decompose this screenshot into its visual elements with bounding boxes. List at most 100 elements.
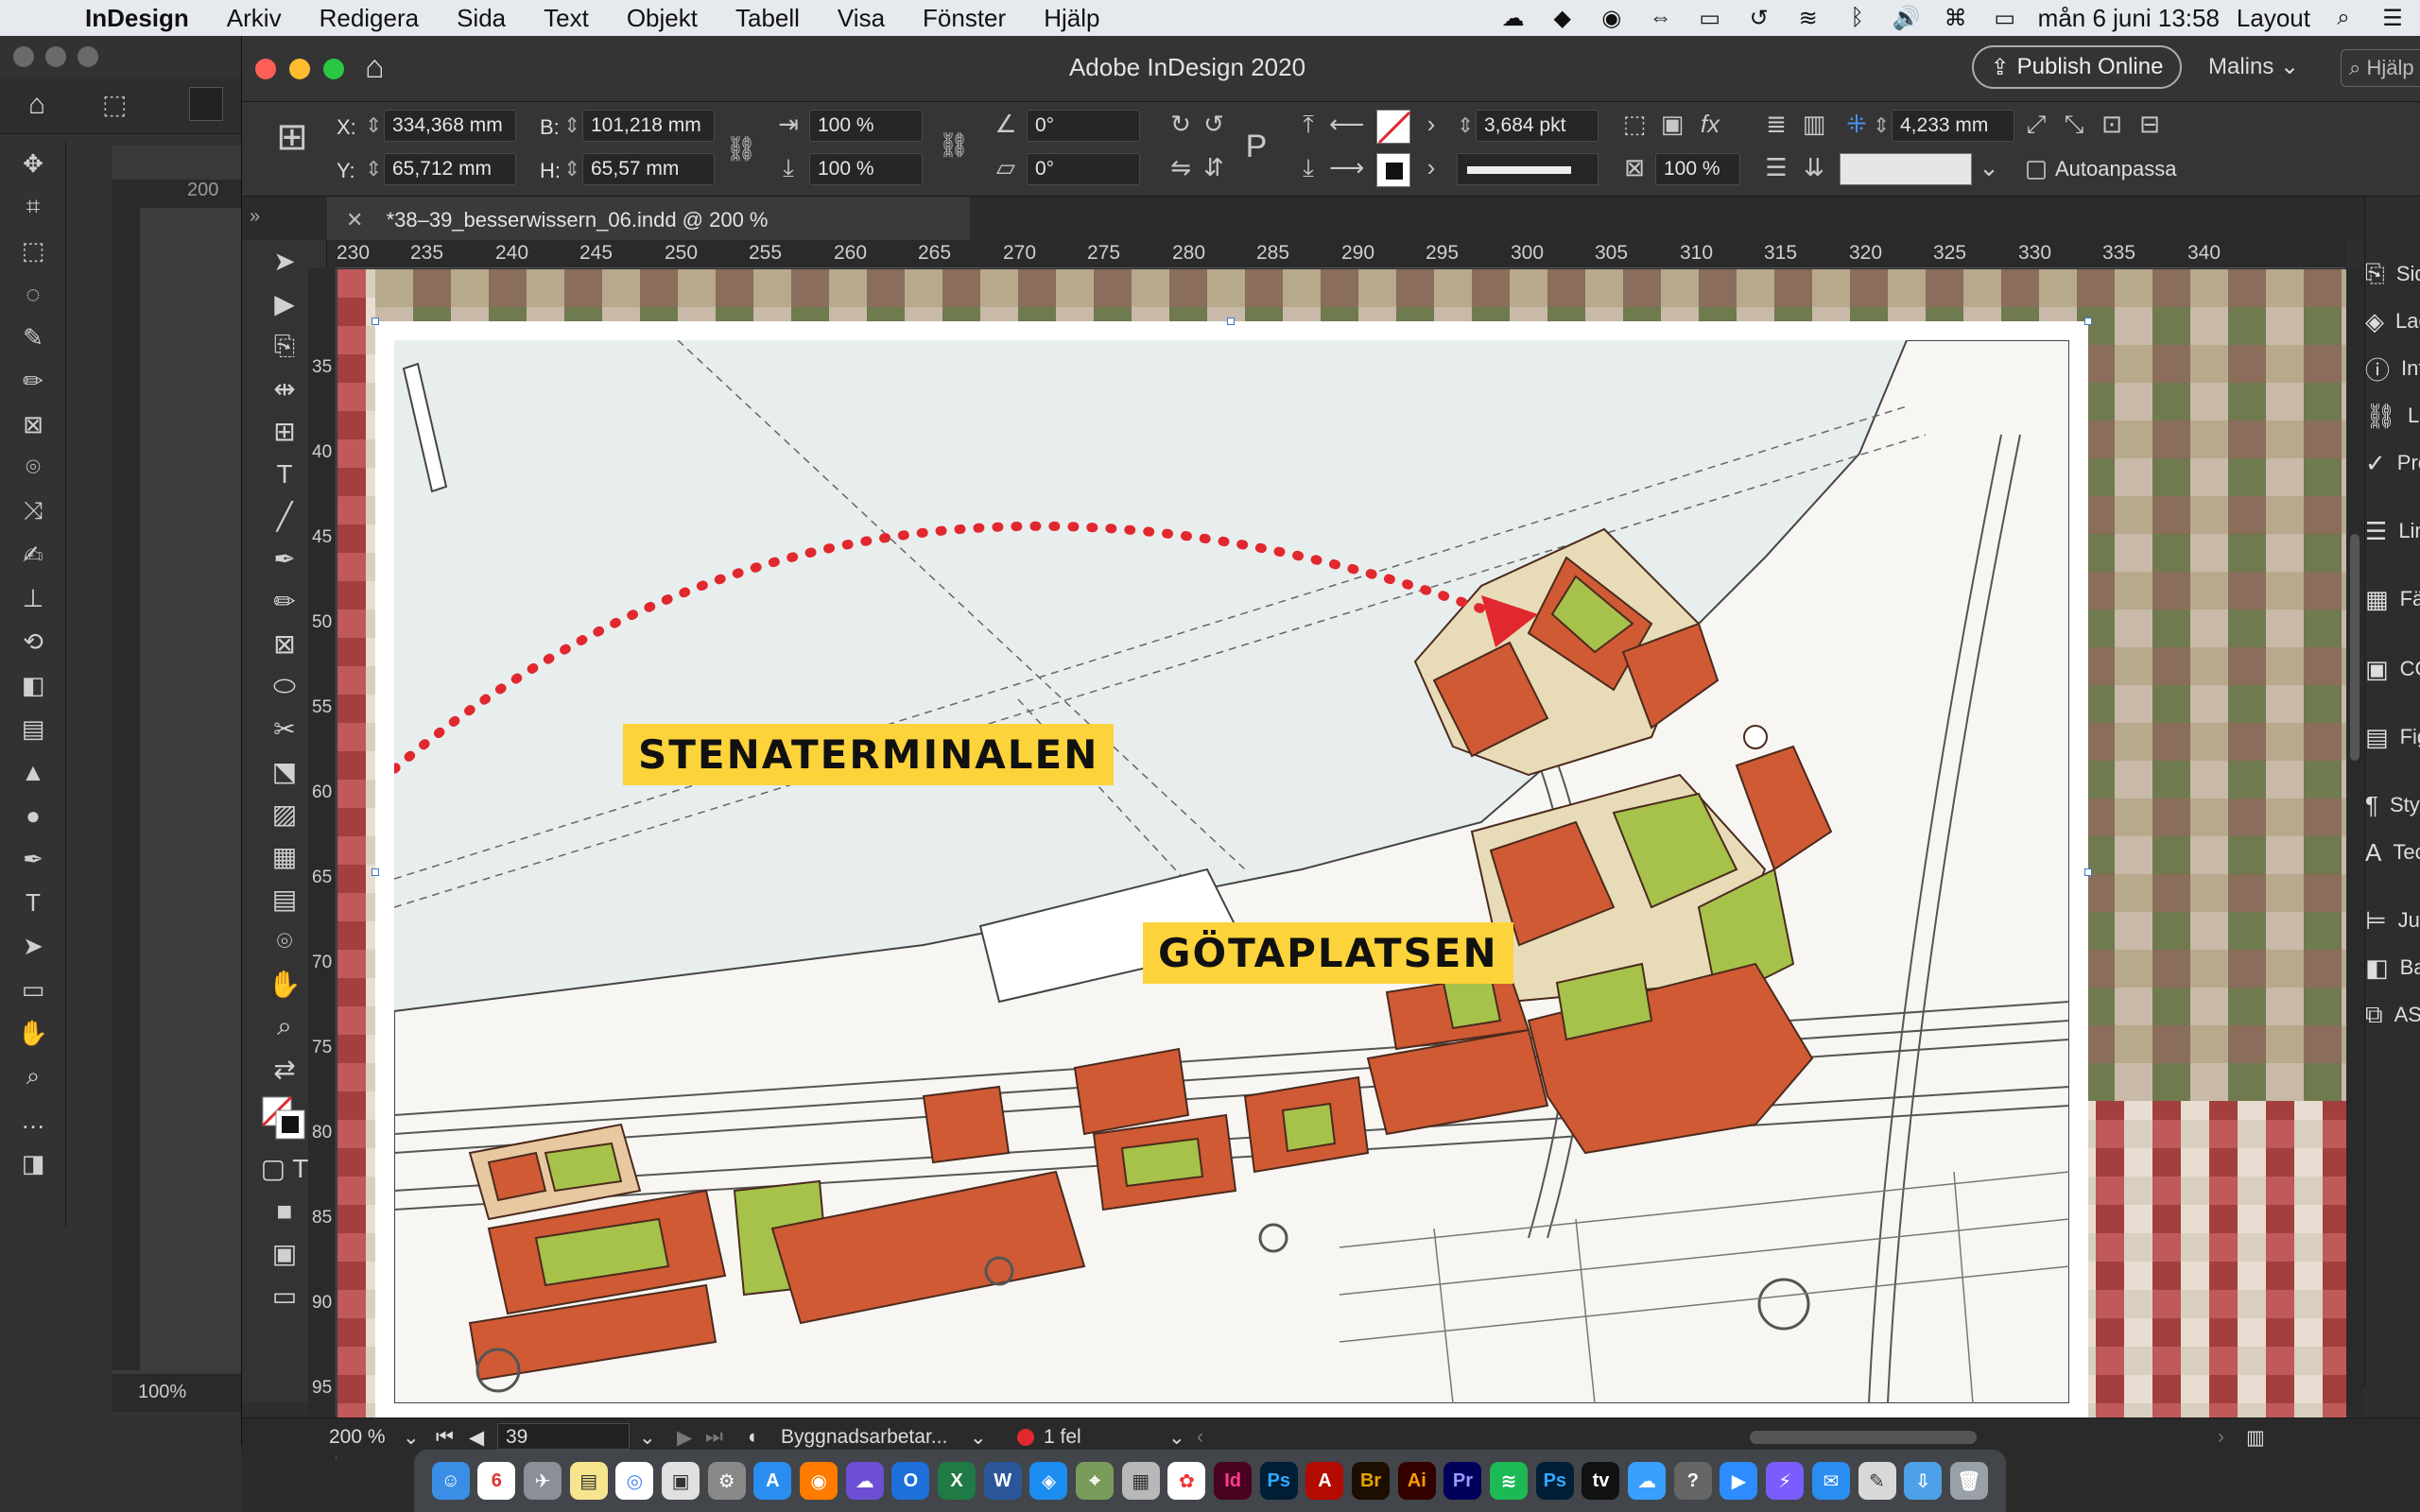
paint-tool-icon[interactable]: ✍ (0, 533, 66, 576)
indesign-dock-icon[interactable]: Id (1214, 1462, 1253, 1500)
weather-icon[interactable]: ☁ (1628, 1462, 1667, 1500)
split-view-icon[interactable]: ▥ (2246, 1426, 2265, 1450)
launchpad-icon[interactable]: ✈ (524, 1462, 562, 1500)
menu-redigera[interactable]: Redigera (301, 4, 439, 33)
acrobat-icon[interactable]: A (1305, 1462, 1344, 1500)
chevron-down-icon[interactable]: ⌄ (403, 1426, 420, 1450)
safari-icon[interactable]: ◈ (1029, 1462, 1068, 1500)
eyedropper-tool-icon[interactable]: ⌾ (0, 446, 66, 490)
stroke-type-dropdown[interactable] (1457, 153, 1599, 185)
archive-icon[interactable]: ▦ (1121, 1462, 1160, 1500)
page-frame[interactable]: STENATERMINALEN GÖTAPLATSEN (375, 321, 2088, 1422)
preview-icon[interactable]: ▣ (662, 1462, 700, 1500)
flip-horizontal-icon[interactable]: ⇋ (1164, 153, 1198, 187)
scale-y-field[interactable]: 100 % (809, 153, 923, 185)
zoom-level-field[interactable]: 200 % (329, 1426, 386, 1449)
style-preview-dropdown[interactable] (1840, 153, 1972, 185)
last-page-icon[interactable]: ⏭ (705, 1426, 723, 1449)
frame-tool-icon[interactable]: ⊠ (0, 403, 66, 446)
stenaterminalen-label[interactable]: STENATERMINALEN (623, 724, 1115, 785)
gap-stepper-icon[interactable]: ⇕ (1873, 113, 1890, 138)
menu-text[interactable]: Text (525, 4, 608, 33)
blur-tool-icon[interactable]: ▲ (0, 750, 66, 794)
marquee-tool-icon[interactable]: ⬚ (0, 229, 66, 272)
selection-handle[interactable] (372, 318, 379, 325)
vertical-scroll-thumb[interactable] (2350, 534, 2360, 761)
stroke-swatch[interactable] (1376, 153, 1410, 187)
fill-menu-icon[interactable]: › (1414, 110, 1448, 144)
opacity-field[interactable]: 100 % (1655, 153, 1740, 185)
dropbox-icon[interactable]: ◆ (1547, 5, 1579, 32)
messenger-icon[interactable]: ⚡ (1766, 1462, 1805, 1500)
width-stepper-icon[interactable]: ⇕ (563, 113, 580, 138)
gap-tool-icon[interactable]: ⁜ (1840, 110, 1874, 144)
eraser-tool-icon[interactable]: ◧ (0, 663, 66, 707)
shear-angle-field[interactable]: 0° (1027, 153, 1140, 185)
crop-tool-icon[interactable]: ⌗ (0, 185, 66, 229)
spotlight-search-icon[interactable]: ⌕ (2327, 5, 2360, 31)
menu-tabell[interactable]: Tabell (717, 4, 819, 33)
select-container-icon[interactable]: ⤒ (1291, 110, 1325, 144)
script-editor-icon[interactable]: ✎ (1858, 1462, 1896, 1500)
finder-icon[interactable]: ☺ (431, 1462, 470, 1500)
fit-frame-icon[interactable]: ⤡ (2057, 110, 2091, 144)
panel-lager[interactable]: ◈ Lager (2365, 302, 2420, 340)
fill-swatch[interactable] (1376, 110, 1411, 145)
vertical-scrollbar[interactable] (2346, 269, 2363, 1416)
menubar-workspace[interactable]: Layout (2237, 4, 2310, 33)
photoshop-dock-icon[interactable]: Ps (1259, 1462, 1298, 1500)
downloads-folder-icon[interactable]: ⇩ (1904, 1462, 1943, 1500)
drop-shadow-icon[interactable]: ▣ (1655, 110, 1689, 144)
height-field[interactable]: 65,57 mm (582, 153, 715, 185)
y-stepper-icon[interactable]: ⇕ (365, 157, 382, 181)
more-tools-icon[interactable]: … (0, 1098, 66, 1142)
chrome-icon[interactable]: ◎ (615, 1462, 654, 1500)
text-wrap-jump-icon[interactable]: ⇊ (1797, 153, 1831, 187)
time-machine-icon[interactable]: ↺ (1743, 5, 1775, 32)
color-swatches-icon[interactable]: ◨ (0, 1142, 66, 1185)
selection-handle[interactable] (372, 868, 379, 876)
panel-collapse-icon[interactable]: » (250, 206, 260, 228)
volume-icon[interactable]: 🔊 (1891, 5, 1923, 32)
teamviewer-icon[interactable]: ⇔ (1645, 5, 1677, 31)
photos-icon[interactable]: ✿ (1167, 1462, 1206, 1500)
spotify-icon[interactable]: ≋ (1490, 1462, 1529, 1500)
minimize-icon[interactable] (45, 46, 66, 67)
wifi-icon[interactable]: ≋ (1792, 5, 1824, 32)
panel-as-by[interactable]: ⧉ AS By (2365, 996, 2420, 1034)
control-center-icon[interactable]: ☰ (2377, 5, 2409, 32)
bridge-dock-icon[interactable]: Br (1352, 1462, 1391, 1500)
fill-frame-icon[interactable]: ⊟ (2133, 110, 2167, 144)
maps-icon[interactable]: ⌖ (1076, 1462, 1115, 1500)
panel-banhantering[interactable]: ◧ Banhantering (2365, 949, 2420, 987)
app-store-icon[interactable]: A (753, 1462, 792, 1500)
notes-icon[interactable]: ▤ (569, 1462, 608, 1500)
pencil-tool-icon[interactable]: ✏ (0, 359, 66, 403)
type-tool-icon[interactable]: T (0, 881, 66, 924)
creative-cloud-app-icon[interactable]: ☁ (845, 1462, 884, 1500)
bluetooth-icon[interactable]: ᛒ (1841, 5, 1874, 31)
panel-information[interactable]: ⓘ Information (2365, 350, 2420, 387)
chevron-down-icon[interactable]: ⌄ (1972, 153, 2006, 187)
firefox-icon[interactable]: ◉ (800, 1462, 838, 1500)
select-previous-icon[interactable]: ⟵ (1329, 110, 1364, 144)
gradient-tool-icon[interactable]: ▤ (0, 707, 66, 750)
stamp-tool-icon[interactable]: ⊥ (0, 576, 66, 620)
lasso-tool-icon[interactable]: ◌ (0, 272, 66, 316)
panel-lankar[interactable]: ⛓ Länkar (2365, 397, 2420, 435)
text-wrap-bbox-icon[interactable]: ▥ (1797, 110, 1831, 144)
illustrator-dock-icon[interactable]: Ai (1397, 1462, 1436, 1500)
premiere-dock-icon[interactable]: Pr (1443, 1462, 1482, 1500)
next-page-icon[interactable]: ▶ (677, 1426, 692, 1450)
rotate-ccw-icon[interactable]: ↺ (1197, 110, 1231, 144)
selection-handle[interactable] (2084, 868, 2092, 876)
scroll-right-icon[interactable]: › (2218, 1426, 2224, 1449)
y-position-field[interactable]: 65,712 mm (384, 153, 516, 185)
x-position-field[interactable]: 334,368 mm (384, 110, 516, 142)
photoshop-2-dock-icon[interactable]: Ps (1535, 1462, 1574, 1500)
panel-sidor[interactable]: ⎘ Sidor (2365, 255, 2420, 293)
trash-icon[interactable]: 🗑 (1949, 1462, 1988, 1500)
workspace-switcher[interactable]: Malins ⌄ (2208, 53, 2299, 80)
flip-vertical-icon[interactable]: ⇵ (1197, 153, 1231, 187)
document-canvas[interactable]: STENATERMINALEN GÖTAPLATSEN (337, 269, 2346, 1453)
